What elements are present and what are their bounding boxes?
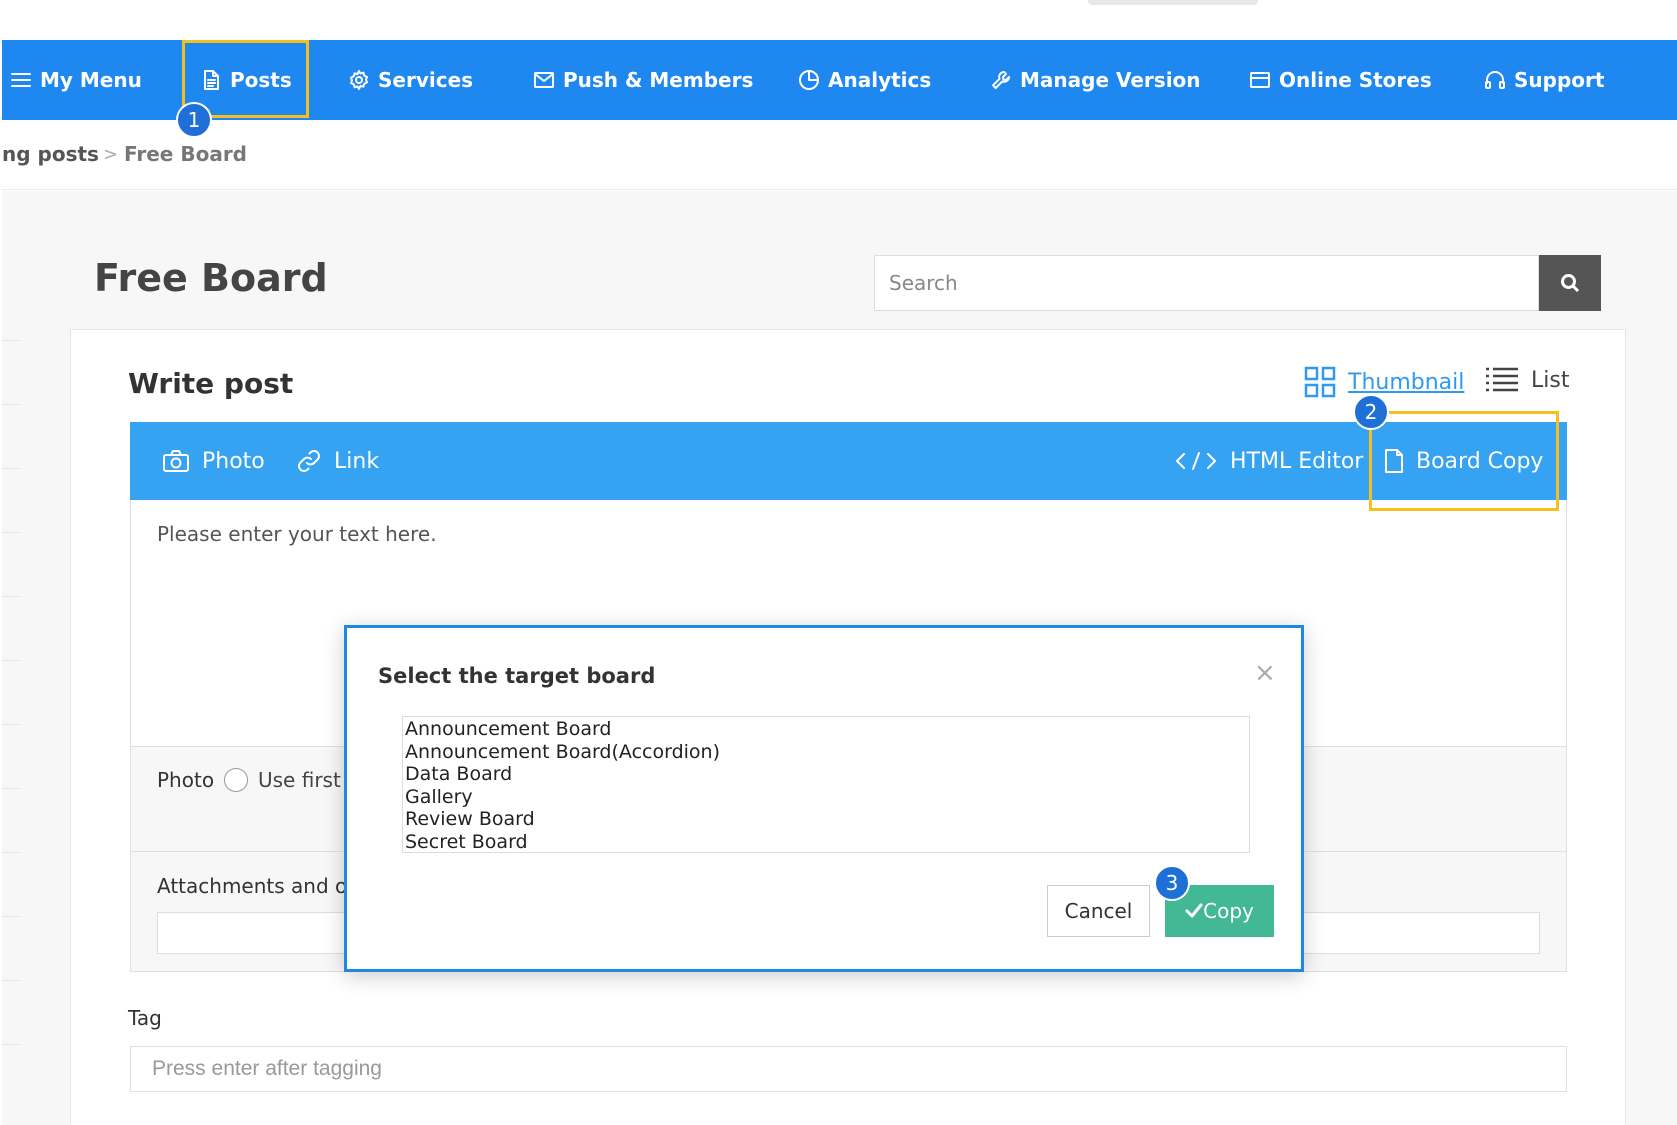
thumbnail-label: Thumbnail [1348,369,1465,395]
nav-item-push-members[interactable]: Push & Members [533,40,753,120]
nav-item-label: Manage Version [1020,68,1201,92]
photo-button-label: Photo [202,448,265,474]
nav-item-label: Analytics [828,68,932,92]
nav-item-label: Push & Members [563,68,754,92]
attachments-label: Attachments and ot [157,874,356,898]
nav-item-my-menu[interactable]: My Menu [10,40,142,120]
top-navigation: My Menu Posts Services Push & Members An… [2,40,1677,120]
board-option[interactable]: Review Board [405,808,1249,831]
editor-toolbar: Photo Link HTML Editor Board Copy [130,422,1567,500]
modal-close-icon[interactable]: × [1254,660,1276,686]
mail-icon [534,72,554,88]
board-copy-button[interactable]: Board Copy [1384,422,1543,500]
step-badge-2: 2 [1353,394,1389,430]
use-first-option-label: Use first [258,768,341,792]
editor-placeholder: Please enter your text here. [157,522,437,546]
step-badge-1: 1 [176,102,212,138]
nav-item-services[interactable]: Services [348,40,473,120]
modal-title: Select the target board [378,664,656,688]
nav-item-online-stores[interactable]: Online Stores [1249,40,1432,120]
top-tab-shadow [1088,0,1258,5]
nav-item-label: Posts [230,68,292,92]
gear-icon [350,70,368,90]
camera-icon [163,450,189,472]
link-icon [298,450,320,472]
check-icon [1185,903,1203,918]
list-view-toggle[interactable]: List [1485,366,1569,394]
board-option[interactable]: Announcement Board(Accordion) [405,741,1249,764]
step-badge-3: 3 [1154,865,1190,901]
board-copy-label: Board Copy [1416,448,1544,474]
nav-item-analytics[interactable]: Analytics [798,40,931,120]
tag-label: Tag [128,1006,162,1030]
nav-item-posts[interactable]: Posts [200,40,292,120]
board-option[interactable]: Data Board [405,763,1249,786]
headset-icon [1485,71,1505,89]
board-option[interactable]: Announcement Board [405,718,1249,741]
link-button[interactable]: Link [296,422,379,500]
nav-item-label: Services [378,68,474,92]
copy-button-label: Copy [1203,899,1254,923]
thumbnail-view-toggle[interactable]: Thumbnail [1304,366,1464,398]
wrench-icon [992,71,1010,89]
page-title: Free Board [94,256,328,300]
list-label: List [1531,367,1570,393]
search-button[interactable] [1539,255,1601,311]
menu-icon [11,73,31,87]
nav-item-support[interactable]: Support [1484,40,1604,120]
tag-input[interactable] [130,1046,1567,1092]
breadcrumb-parent[interactable]: ng posts [2,142,99,166]
nav-item-manage-version[interactable]: Manage Version [990,40,1201,120]
pie-chart-icon [799,70,819,90]
nav-item-label: Support [1514,68,1605,92]
write-post-title: Write post [128,367,294,400]
photo-option-label: Photo [157,768,215,792]
link-button-label: Link [334,448,380,474]
breadcrumb-bar [2,120,1677,190]
board-option[interactable]: Secret Board [405,831,1249,854]
breadcrumb-current: Free Board [124,142,247,166]
cancel-button[interactable]: Cancel [1047,885,1150,937]
document-icon [1385,449,1403,473]
html-editor-label: HTML Editor [1230,448,1364,474]
board-option[interactable]: Gallery [405,786,1249,809]
code-icon [1176,452,1216,470]
use-first-radio[interactable] [224,768,248,792]
document-icon [204,70,219,90]
nav-item-label: Online Stores [1279,68,1432,92]
thumbnail-grid-icon [1304,366,1336,398]
breadcrumb-separator: > [103,144,119,165]
list-icon [1486,367,1518,392]
search-icon [1561,274,1580,293]
nav-item-label: My Menu [40,68,142,92]
target-board-list[interactable]: Announcement Board Announcement Board(Ac… [402,716,1250,853]
photo-button[interactable]: Photo [162,422,265,500]
search-input[interactable] [874,255,1539,311]
card-icon [1250,72,1270,88]
left-panel-edge [2,340,20,1120]
html-editor-button[interactable]: HTML Editor [1174,422,1363,500]
